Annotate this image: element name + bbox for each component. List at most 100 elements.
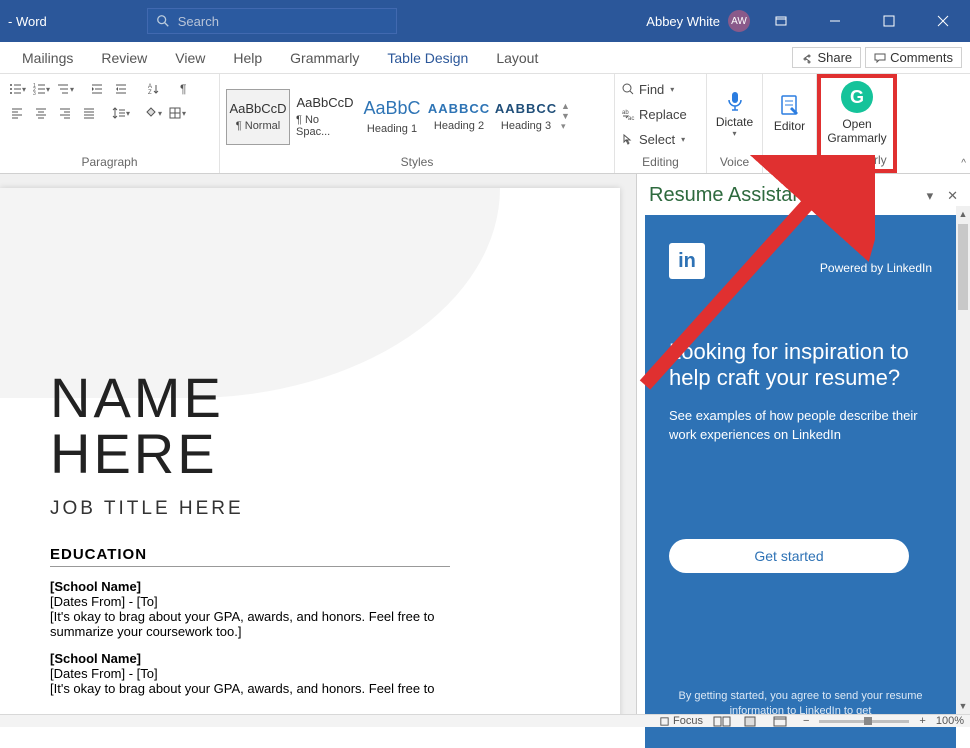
svg-text:Z: Z	[148, 90, 152, 96]
doc-school1-name[interactable]: [School Name]	[50, 579, 490, 594]
close-button[interactable]	[920, 0, 966, 42]
line-spacing-button[interactable]: ▾	[110, 102, 132, 124]
doc-jobtitle[interactable]: JOB TITLE HERE	[50, 498, 490, 520]
editor-button[interactable]: Editor	[769, 78, 810, 148]
tab-table-design[interactable]: Table Design	[373, 42, 482, 74]
doc-education-heading[interactable]: EDUCATION	[50, 546, 450, 567]
zoom-slider[interactable]	[819, 720, 909, 723]
multilevel-list-button[interactable]: ▾	[54, 78, 76, 100]
paragraph-group: ▾ 123▾ ▾ AZ ¶ ▾ ▾ ▾	[0, 74, 220, 173]
zoom-in-button[interactable]: +	[919, 715, 925, 727]
scroll-thumb[interactable]	[958, 224, 968, 310]
doc-school2-dates[interactable]: [Dates From] - [To]	[50, 666, 490, 681]
replace-button[interactable]: abacReplace	[621, 103, 687, 125]
bullets-button[interactable]: ▾	[6, 78, 28, 100]
maximize-button[interactable]	[866, 0, 912, 42]
dictate-button[interactable]: Dictate ▾	[713, 78, 756, 148]
web-layout-button[interactable]	[773, 716, 793, 727]
shading-button[interactable]: ▾	[142, 102, 164, 124]
increase-indent-button[interactable]	[110, 78, 132, 100]
document-page[interactable]: NAME HERE JOB TITLE HERE EDUCATION [Scho…	[0, 188, 620, 714]
select-button[interactable]: Select▾	[621, 128, 685, 150]
share-button[interactable]: Share	[792, 47, 861, 68]
tab-grammarly[interactable]: Grammarly	[276, 42, 373, 74]
numbering-button[interactable]: 123▾	[30, 78, 52, 100]
pane-body: in Powered by LinkedIn Looking for inspi…	[645, 215, 956, 748]
style-heading1[interactable]: AaBbCHeading 1	[360, 89, 424, 145]
editor-group: Editor Editor	[763, 74, 817, 173]
user-name[interactable]: Abbey White	[646, 14, 720, 29]
pane-scrollbar[interactable]: ▲ ▼	[956, 206, 970, 714]
app-title: - Word	[0, 14, 47, 29]
tab-mailings[interactable]: Mailings	[8, 42, 87, 74]
paragraph-group-label: Paragraph	[6, 155, 213, 171]
pane-dropdown-icon[interactable]: ▾	[927, 188, 934, 204]
read-mode-button[interactable]	[713, 716, 733, 727]
zoom-level[interactable]: 100%	[936, 715, 964, 727]
comments-button[interactable]: Comments	[865, 47, 962, 68]
styles-scroll[interactable]: ▲▼▾	[561, 101, 570, 132]
editing-group-label: Editing	[621, 155, 700, 171]
pane-close-button[interactable]: ✕	[947, 188, 958, 204]
search-placeholder: Search	[178, 14, 219, 29]
grammarly-group-label: Grammarly	[823, 153, 891, 169]
pane-subtext: See examples of how people describe thei…	[669, 406, 932, 445]
style-no-spacing[interactable]: AaBbCcD¶ No Spac...	[293, 89, 357, 145]
borders-button[interactable]: ▾	[166, 102, 188, 124]
ribbon-display-button[interactable]	[758, 0, 804, 42]
document-scroll[interactable]: NAME HERE JOB TITLE HERE EDUCATION [Scho…	[0, 174, 636, 714]
open-grammarly-button[interactable]: G Open Grammarly	[823, 78, 891, 148]
ribbon: ▾ 123▾ ▾ AZ ¶ ▾ ▾ ▾	[0, 74, 970, 174]
minimize-button[interactable]	[812, 0, 858, 42]
print-layout-button[interactable]	[743, 716, 763, 727]
svg-text:¶: ¶	[180, 82, 186, 96]
tab-help[interactable]: Help	[219, 42, 276, 74]
styles-group-label: Styles	[226, 155, 608, 171]
comment-icon	[874, 52, 886, 64]
titlebar: - Word Search Abbey White AW	[0, 0, 970, 42]
ribbon-tabs: Mailings Review View Help Grammarly Tabl…	[0, 42, 970, 74]
show-formatting-button[interactable]: ¶	[174, 78, 196, 100]
tab-review[interactable]: Review	[87, 42, 161, 74]
doc-school2-name[interactable]: [School Name]	[50, 651, 490, 666]
style-normal[interactable]: AaBbCcD¶ Normal	[226, 89, 290, 145]
doc-school1-dates[interactable]: [Dates From] - [To]	[50, 594, 490, 609]
pane-title: Resume Assistant	[649, 184, 809, 207]
get-started-button[interactable]: Get started	[669, 539, 909, 573]
decrease-indent-button[interactable]	[86, 78, 108, 100]
search-box[interactable]: Search	[147, 8, 397, 34]
sort-button[interactable]: AZ	[142, 78, 164, 100]
doc-school2-desc[interactable]: [It's okay to brag about your GPA, award…	[50, 681, 450, 696]
tab-view[interactable]: View	[161, 42, 219, 74]
voice-group: Dictate ▾ Voice	[707, 74, 763, 173]
resume-assistant-pane: Resume Assistant ▾ ✕ in Powered by Linke…	[636, 174, 970, 714]
microphone-icon	[723, 89, 747, 113]
search-icon	[156, 14, 170, 28]
find-button[interactable]: Find▾	[621, 78, 674, 100]
scroll-up-icon[interactable]: ▲	[956, 206, 970, 222]
zoom-out-button[interactable]: −	[803, 715, 809, 727]
align-right-button[interactable]	[54, 102, 76, 124]
pane-heading: Looking for inspiration to help craft yo…	[669, 339, 932, 392]
tab-layout[interactable]: Layout	[482, 42, 552, 74]
grammarly-group: G Open Grammarly Grammarly	[817, 74, 897, 173]
document-area: NAME HERE JOB TITLE HERE EDUCATION [Scho…	[0, 174, 970, 714]
justify-button[interactable]	[78, 102, 100, 124]
svg-text:ac: ac	[628, 116, 634, 121]
doc-name-line2[interactable]: HERE	[50, 426, 490, 482]
align-center-button[interactable]	[30, 102, 52, 124]
share-icon	[801, 52, 813, 64]
doc-school1-desc[interactable]: [It's okay to brag about your GPA, award…	[50, 609, 450, 639]
collapse-ribbon-button[interactable]: ^	[961, 158, 966, 169]
align-left-button[interactable]	[6, 102, 28, 124]
scroll-down-icon[interactable]: ▼	[956, 698, 970, 714]
svg-text:3: 3	[33, 91, 36, 96]
statusbar: Focus − + 100%	[0, 714, 970, 727]
focus-mode-button[interactable]: Focus	[659, 715, 703, 727]
styles-group: AaBbCcD¶ Normal AaBbCcD¶ No Spac... AaBb…	[220, 74, 615, 173]
voice-group-label: Voice	[713, 155, 756, 171]
style-heading2[interactable]: AABBCCHeading 2	[427, 89, 491, 145]
style-heading3[interactable]: AABBCCHeading 3	[494, 89, 558, 145]
doc-name-line1[interactable]: NAME	[50, 370, 490, 426]
avatar[interactable]: AW	[728, 10, 750, 32]
